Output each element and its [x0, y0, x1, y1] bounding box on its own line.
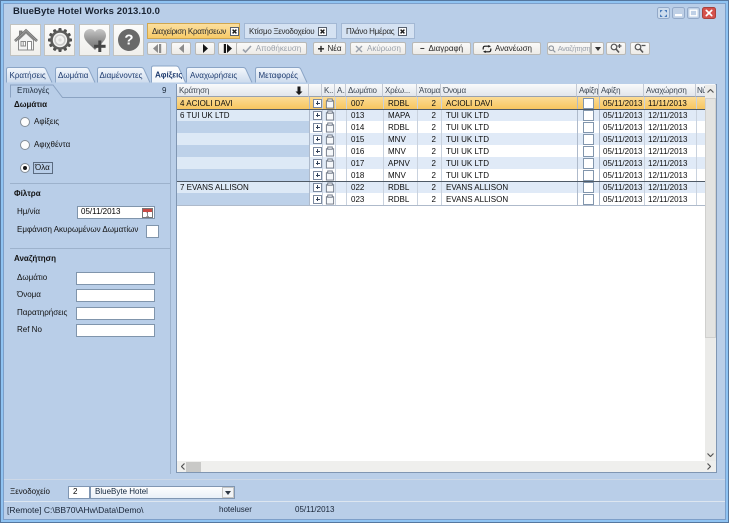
- svg-text:Αφίξεις: Αφίξεις: [155, 71, 182, 80]
- svg-text:Δωμάτια: Δωμάτια: [58, 71, 89, 80]
- svg-text:Αναχωρήσεις: Αναχωρήσεις: [190, 71, 237, 80]
- svg-text:?: ?: [124, 32, 133, 49]
- svg-text:Διαμένοντες: Διαμένοντες: [100, 71, 143, 80]
- svg-text:Μεταφορές: Μεταφορές: [259, 71, 299, 80]
- svg-text:Κρατήσεις: Κρατήσεις: [10, 71, 46, 80]
